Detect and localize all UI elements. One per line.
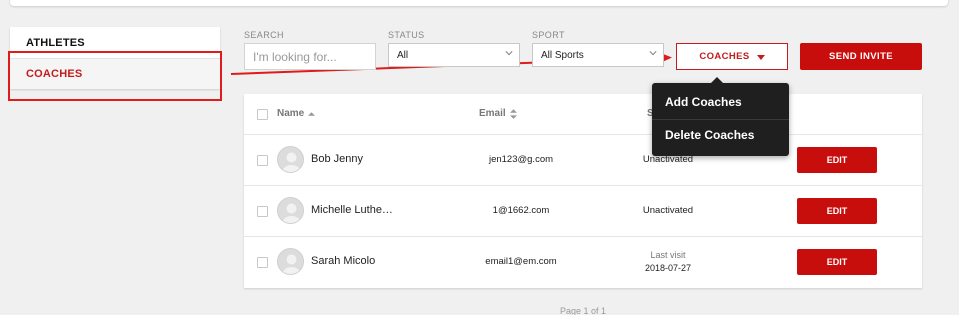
coach-status: Unactivated	[642, 205, 694, 216]
table-row: Bob Jenny jen123@g.com Unactivated EDIT	[244, 135, 922, 186]
coaches-button-label: COACHES	[699, 51, 750, 62]
sport-select[interactable]: All Sports	[532, 43, 664, 67]
coach-status: Last visit 2018-07-27	[614, 249, 722, 275]
coach-name[interactable]: Bob Jenny	[311, 153, 363, 165]
coaches-dropdown-menu: Add Coaches Delete Coaches	[652, 77, 789, 156]
caret-down-icon	[756, 54, 765, 60]
edit-button[interactable]: EDIT	[797, 249, 877, 275]
column-header-email[interactable]: Email	[479, 108, 517, 119]
status-label: STATUS	[388, 30, 425, 40]
status-select[interactable]: All	[388, 43, 520, 67]
coaches-table: Name Email S Bob Jenny jen123@g.com Unac…	[244, 94, 922, 288]
coach-email: 1@1662.com	[492, 205, 550, 216]
sport-label: SPORT	[532, 30, 565, 40]
avatar	[277, 146, 304, 173]
menu-item-add-coaches[interactable]: Add Coaches	[665, 95, 742, 109]
menu-pointer	[711, 77, 723, 83]
coach-name[interactable]: Sarah Micolo	[311, 255, 375, 267]
chevron-down-icon	[505, 51, 513, 56]
select-all-checkbox[interactable]	[257, 109, 268, 120]
avatar	[277, 248, 304, 275]
send-invite-button[interactable]: SEND INVITE	[800, 43, 922, 70]
status-select-value: All	[397, 49, 409, 61]
table-row: Michelle Luthe… 1@1662.com Unactivated E…	[244, 186, 922, 237]
column-name-label: Name	[277, 108, 305, 119]
row-checkbox[interactable]	[257, 257, 268, 268]
last-visit-label: Last visit	[650, 250, 686, 260]
coaches-dropdown-button[interactable]: COACHES	[676, 43, 788, 70]
search-label: SEARCH	[244, 30, 284, 40]
sort-both-icon	[509, 108, 517, 119]
table-header: Name Email S	[244, 94, 922, 135]
chevron-down-icon	[649, 51, 657, 56]
sort-up-icon	[308, 111, 316, 116]
coach-name[interactable]: Michelle Luthe…	[311, 204, 393, 216]
last-visit-date: 2018-07-27	[644, 263, 692, 273]
column-header-name[interactable]: Name	[277, 108, 316, 119]
coach-email: email1@em.com	[485, 256, 557, 267]
menu-item-delete-coaches[interactable]: Delete Coaches	[665, 128, 754, 142]
pagination-text: Page 1 of 1	[559, 306, 607, 315]
avatar	[277, 197, 304, 224]
table-row: Sarah Micolo email1@em.com Last visit 20…	[244, 237, 922, 288]
column-email-label: Email	[479, 108, 506, 119]
row-checkbox[interactable]	[257, 206, 268, 217]
edit-button[interactable]: EDIT	[797, 198, 877, 224]
coach-email: jen123@g.com	[488, 154, 554, 165]
row-checkbox[interactable]	[257, 155, 268, 166]
menu-divider	[652, 119, 789, 120]
edit-button[interactable]: EDIT	[797, 147, 877, 173]
sport-select-value: All Sports	[541, 49, 584, 61]
search-input[interactable]	[244, 43, 376, 70]
